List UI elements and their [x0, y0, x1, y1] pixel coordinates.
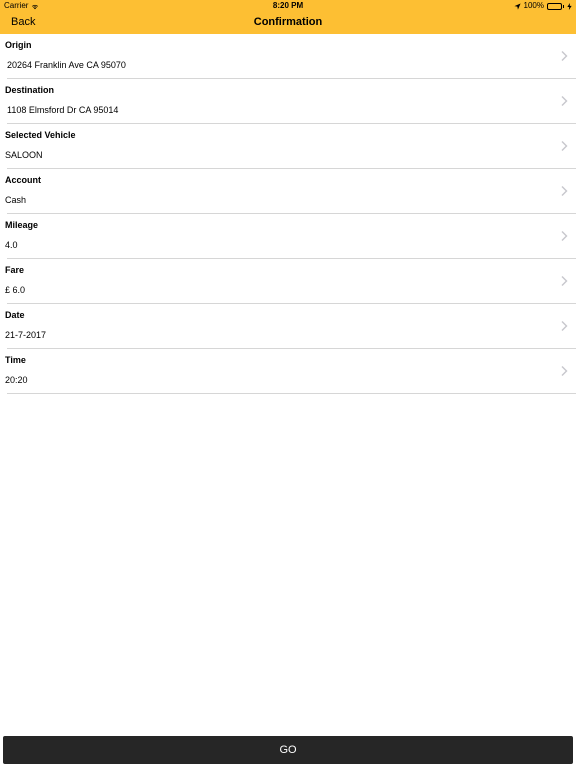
chevron-right-icon — [561, 51, 568, 61]
chevron-right-icon — [561, 141, 568, 151]
row-destination[interactable]: Destination 1108 Elmsford Dr CA 95014 — [5, 79, 576, 124]
row-value: 4.0 — [5, 240, 18, 250]
row-selected-vehicle[interactable]: Selected Vehicle SALOON — [5, 124, 576, 169]
header-bar: Carrier 8:20 PM 100% Back Confirmation — [0, 0, 576, 34]
battery-percent: 100% — [523, 1, 544, 10]
charging-bolt-icon — [567, 2, 572, 10]
row-value: 1108 Elmsford Dr CA 95014 — [7, 105, 119, 115]
row-account[interactable]: Account Cash — [5, 169, 576, 214]
page-title: Confirmation — [253, 16, 323, 28]
row-label: Account — [5, 175, 41, 185]
confirmation-list: Origin 20264 Franklin Ave CA 95070 Desti… — [0, 34, 576, 394]
row-value: £ 6.0 — [5, 285, 26, 295]
status-right-group: 100% — [513, 0, 572, 12]
status-time: 8:20 PM — [272, 1, 304, 10]
row-mileage[interactable]: Mileage 4.0 — [5, 214, 576, 259]
chevron-right-icon — [561, 186, 568, 196]
row-label: Selected Vehicle — [5, 130, 76, 140]
go-button[interactable]: GO — [3, 736, 573, 764]
row-origin[interactable]: Origin 20264 Franklin Ave CA 95070 — [5, 34, 576, 79]
navigation-bar: Back Confirmation — [0, 12, 576, 34]
status-bar: Carrier 8:20 PM 100% — [0, 0, 576, 12]
row-label: Mileage — [5, 220, 39, 230]
chevron-right-icon — [561, 366, 568, 376]
back-button[interactable]: Back — [11, 16, 35, 28]
row-label: Fare — [5, 265, 25, 275]
chevron-right-icon — [561, 231, 568, 241]
row-label: Destination — [5, 85, 55, 95]
row-value: Cash — [5, 195, 27, 205]
row-value: 20:20 — [5, 375, 28, 385]
chevron-right-icon — [561, 321, 568, 331]
row-value: SALOON — [5, 150, 43, 160]
chevron-right-icon — [561, 276, 568, 286]
row-label: Date — [5, 310, 25, 320]
row-date[interactable]: Date 21-7-2017 — [5, 304, 576, 349]
location-arrow-icon — [513, 2, 521, 10]
chevron-right-icon — [561, 96, 568, 106]
row-value: 21-7-2017 — [5, 330, 47, 340]
row-value: 20264 Franklin Ave CA 95070 — [7, 60, 126, 70]
row-label: Time — [5, 355, 26, 365]
row-fare[interactable]: Fare £ 6.0 — [5, 259, 576, 304]
row-time[interactable]: Time 20:20 — [5, 349, 576, 394]
battery-icon — [547, 2, 564, 10]
row-label: Origin — [5, 40, 32, 50]
